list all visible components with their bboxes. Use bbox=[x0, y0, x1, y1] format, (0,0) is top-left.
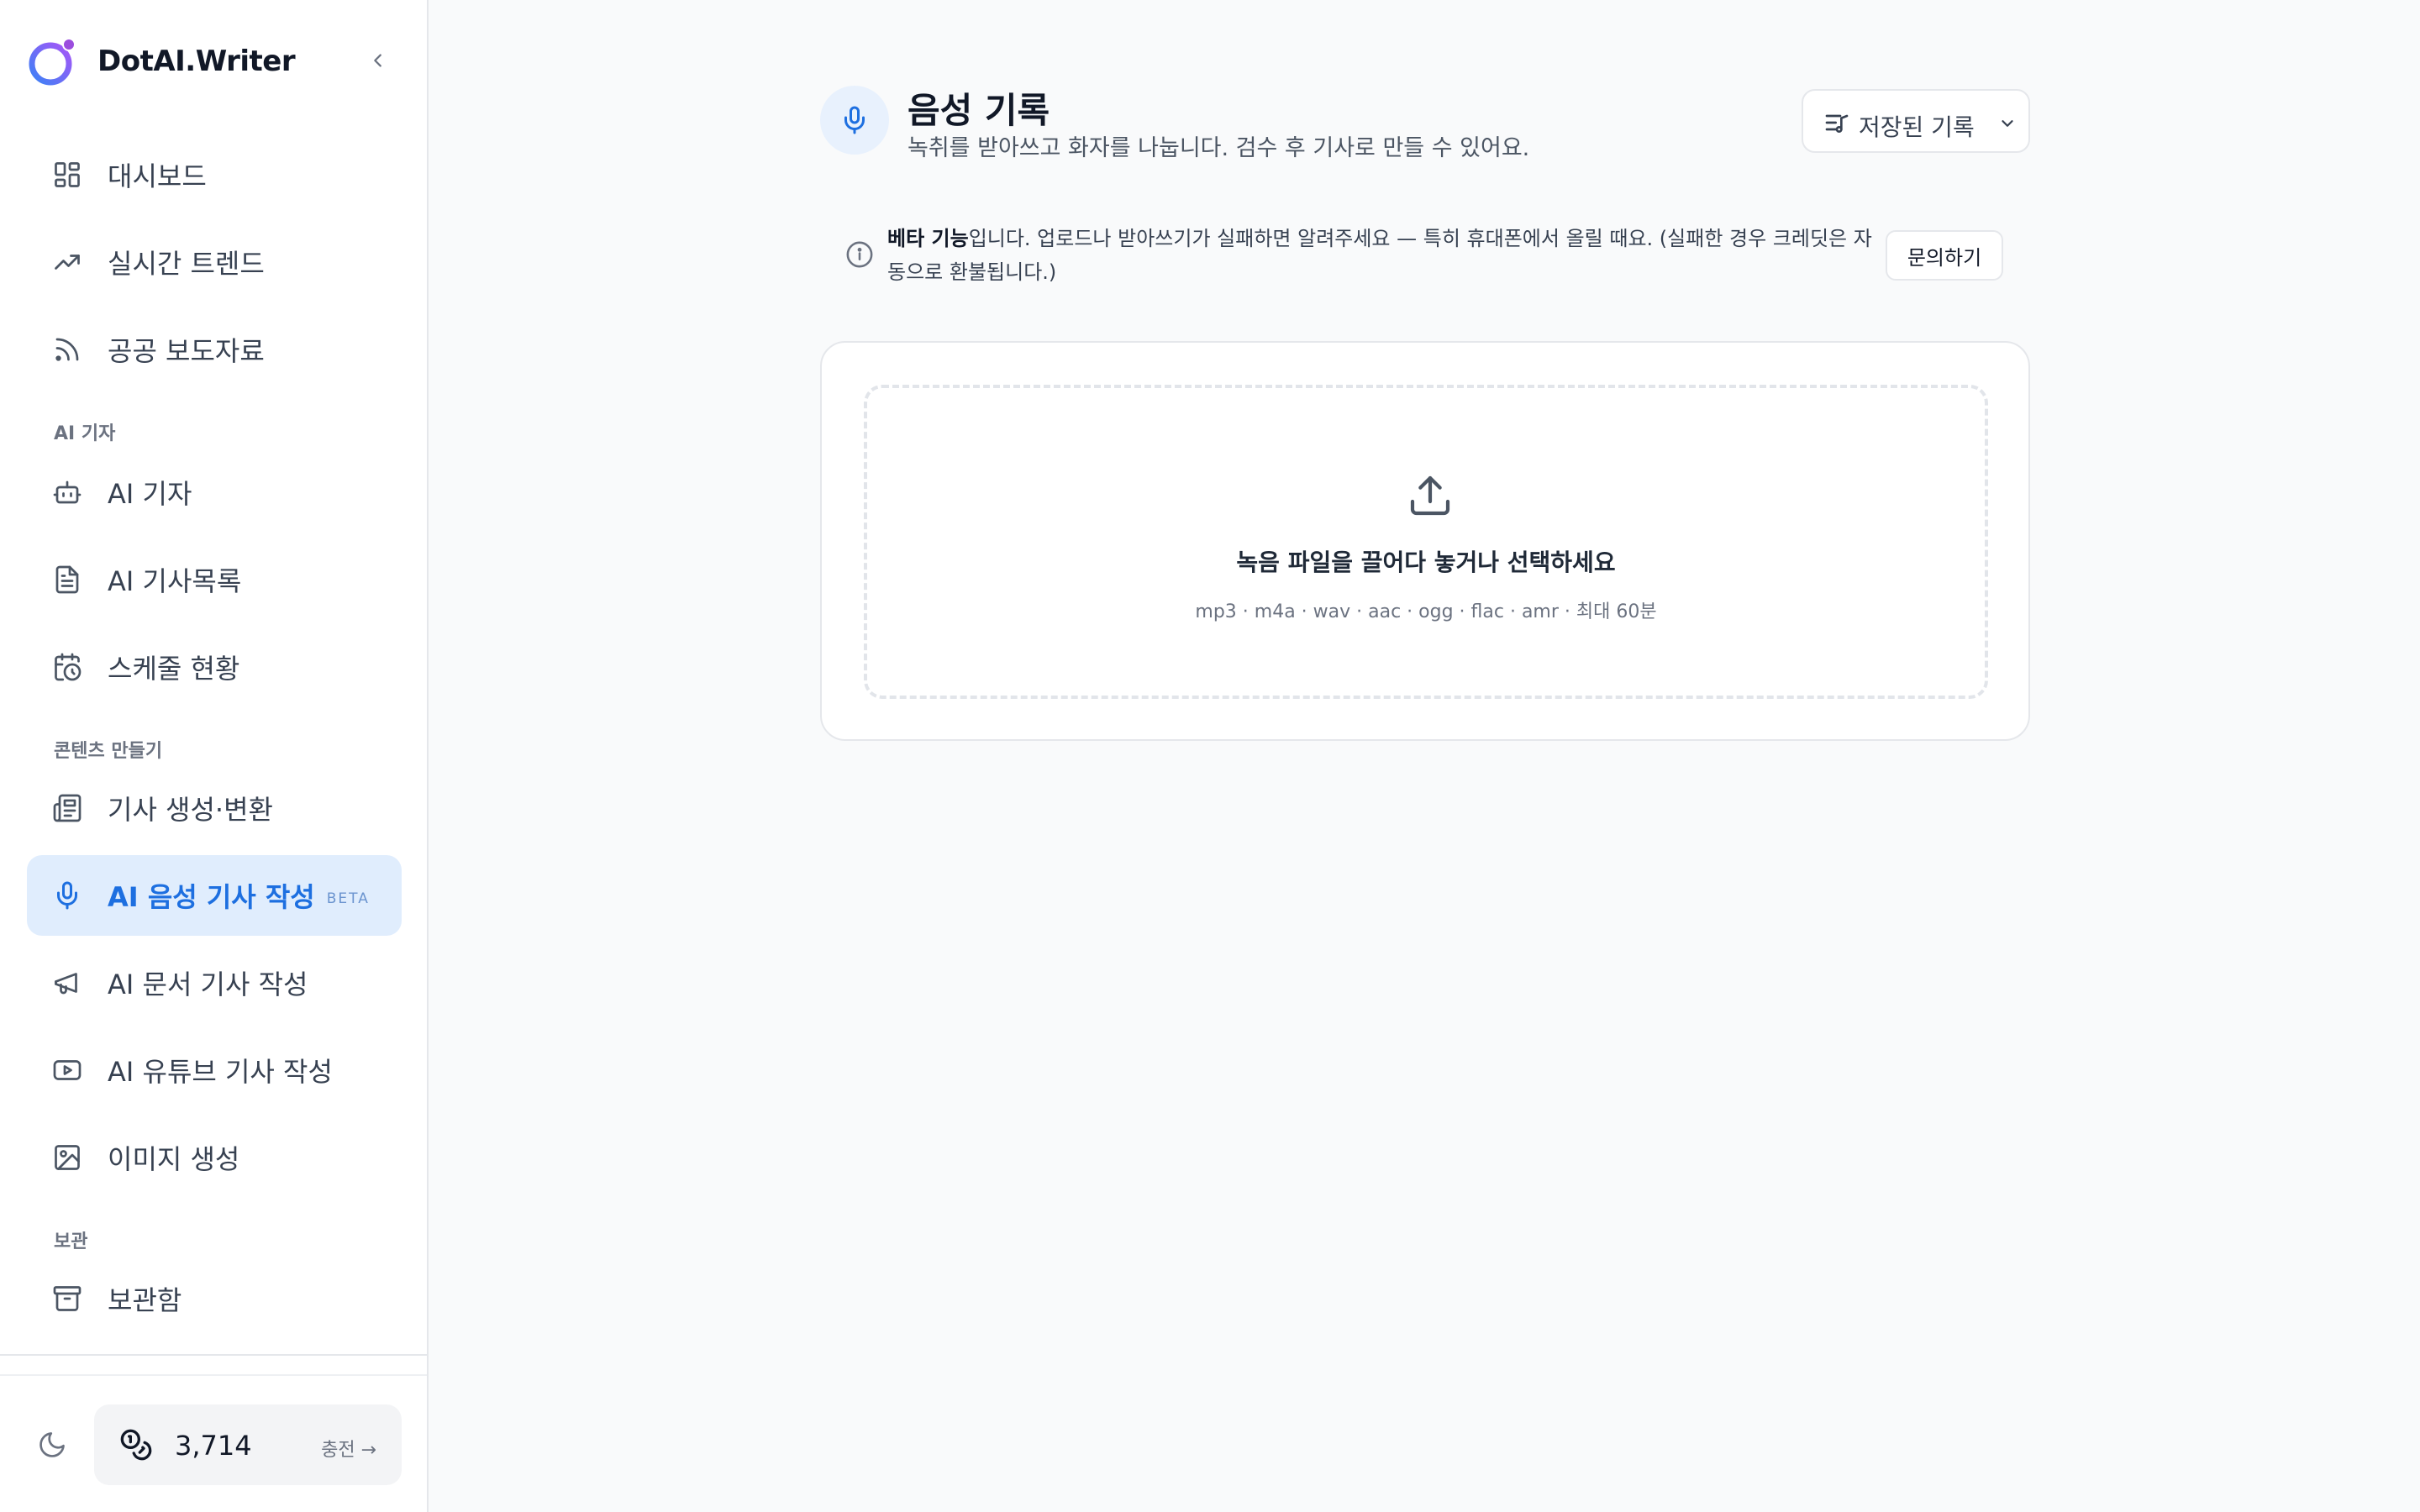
sidebar-item-label: AI 음성 기사 작성 BETA bbox=[108, 876, 370, 915]
beta-notice-text: 입니다. 업로드나 받아쓰기가 실패하면 알려주세요 — 특히 휴대폰에서 올릴… bbox=[887, 227, 1872, 284]
sidebar-item-label: 실시간 트렌드 bbox=[108, 248, 265, 280]
sidebar-item-article-generate[interactable]: 기사 생성·변환 bbox=[27, 768, 402, 848]
microphone-icon bbox=[57, 881, 77, 910]
sidebar-item-document-article[interactable]: AI 문서 기사 작성 bbox=[27, 942, 402, 1023]
coins-icon bbox=[120, 1429, 152, 1461]
archive-icon bbox=[53, 1286, 82, 1311]
rss-icon bbox=[55, 338, 79, 361]
collapse-sidebar-button[interactable] bbox=[363, 45, 393, 76]
sidebar-item-label: AI 기사목록 bbox=[108, 565, 242, 597]
app-root: DotAI.Writer 대시보드 실시간 트렌드 공공 보도자료 AI 기자 … bbox=[0, 0, 2420, 1512]
saved-records-dropdown[interactable]: 저장된 기록 bbox=[1802, 89, 2030, 153]
sidebar-divider bbox=[0, 1354, 427, 1356]
file-text-icon bbox=[55, 565, 79, 594]
sidebar-item-label: 스케줄 현황 bbox=[108, 653, 240, 685]
image-icon bbox=[55, 1145, 80, 1170]
sidebar-item-ai-reporter[interactable]: AI 기자 bbox=[27, 452, 402, 533]
sidebar-divider bbox=[0, 1374, 427, 1376]
contact-button[interactable]: 문의하기 bbox=[1886, 230, 2003, 281]
file-dropzone[interactable]: 녹음 파일을 끌어다 놓거나 선택하세요 mp3 · m4a · wav · a… bbox=[864, 385, 1988, 699]
section-label-archive: 보관 bbox=[54, 1231, 88, 1252]
bot-icon bbox=[53, 480, 82, 504]
upload-card: 녹음 파일을 끌어다 놓거나 선택하세요 mp3 · m4a · wav · a… bbox=[820, 341, 2030, 741]
brand-name: DotAI.Writer bbox=[97, 45, 296, 78]
sidebar-item-label-text: AI 음성 기사 작성 bbox=[108, 881, 315, 913]
logo-icon bbox=[29, 38, 76, 86]
newspaper-icon bbox=[53, 794, 82, 822]
chevron-down-icon bbox=[2002, 120, 2013, 127]
sidebar-item-dashboard[interactable]: 대시보드 bbox=[27, 134, 402, 215]
sidebar-item-label: 보관함 bbox=[108, 1284, 182, 1316]
brand[interactable]: DotAI.Writer bbox=[27, 34, 397, 89]
sidebar-item-label: 공공 보도자료 bbox=[108, 335, 265, 367]
page-header-icon bbox=[820, 86, 889, 155]
sidebar-item-label: AI 기자 bbox=[108, 478, 192, 510]
upload-icon bbox=[1410, 475, 1450, 516]
saved-records-label: 저장된 기록 bbox=[1859, 113, 1975, 141]
charge-link[interactable]: 충전 → bbox=[321, 1435, 376, 1462]
dropzone-formats: mp3 · m4a · wav · aac · ogg · flac · amr… bbox=[1195, 601, 1657, 622]
beta-notice-bold: 베타 기능 bbox=[887, 227, 969, 250]
dashboard-icon bbox=[55, 162, 80, 187]
beta-notice: 베타 기능입니다. 업로드나 받아쓰기가 실패하면 알려주세요 — 특히 휴대폰… bbox=[887, 222, 1879, 289]
page-title: 음성 기록 bbox=[908, 90, 1050, 131]
credit-balance[interactable]: 3,714 충전 → bbox=[94, 1404, 402, 1485]
page-subtitle: 녹취를 받아쓰고 화자를 나눕니다. 검수 후 기사로 만들 수 있어요. bbox=[908, 135, 1530, 161]
sidebar-item-image-generate[interactable]: 이미지 생성 bbox=[27, 1117, 402, 1198]
sidebar-item-schedule[interactable]: 스케줄 현황 bbox=[27, 627, 402, 707]
section-label-create-content: 콘텐츠 만들기 bbox=[54, 741, 163, 762]
info-icon bbox=[846, 241, 873, 268]
section-label-ai-reporter: AI 기자 bbox=[54, 423, 116, 444]
sidebar-item-voice-article[interactable]: AI 음성 기사 작성 BETA bbox=[27, 855, 402, 936]
credit-amount: 3,714 bbox=[175, 1430, 252, 1462]
trending-up-icon bbox=[55, 255, 80, 270]
sidebar-item-label: 대시보드 bbox=[108, 160, 207, 192]
sidebar-item-youtube-article[interactable]: AI 유튜브 기사 작성 bbox=[27, 1030, 402, 1110]
microphone-icon bbox=[844, 106, 865, 134]
sidebar-item-archive[interactable]: 보관함 bbox=[27, 1258, 402, 1339]
sidebar-item-label: AI 문서 기사 작성 bbox=[108, 969, 308, 1000]
beta-badge: BETA bbox=[326, 890, 370, 907]
calendar-clock-icon bbox=[55, 653, 82, 681]
sidebar-item-trends[interactable]: 실시간 트렌드 bbox=[27, 222, 402, 302]
sidebar-item-label: AI 유튜브 기사 작성 bbox=[108, 1056, 333, 1088]
youtube-icon bbox=[53, 1060, 82, 1080]
sidebar-item-ai-articles[interactable]: AI 기사목록 bbox=[27, 539, 402, 620]
moon-icon[interactable] bbox=[37, 1430, 67, 1460]
sidebar: DotAI.Writer 대시보드 실시간 트렌드 공공 보도자료 AI 기자 … bbox=[0, 0, 429, 1512]
chevron-left-icon bbox=[374, 54, 381, 67]
sidebar-item-label: 기사 생성·변환 bbox=[108, 794, 273, 826]
sidebar-item-press-releases[interactable]: 공공 보도자료 bbox=[27, 309, 402, 390]
dropzone-title: 녹음 파일을 끌어다 놓거나 선택하세요 bbox=[1236, 549, 1616, 576]
list-music-icon bbox=[1825, 114, 1849, 133]
sidebar-item-label: 이미지 생성 bbox=[108, 1143, 240, 1175]
megaphone-icon bbox=[55, 973, 77, 995]
